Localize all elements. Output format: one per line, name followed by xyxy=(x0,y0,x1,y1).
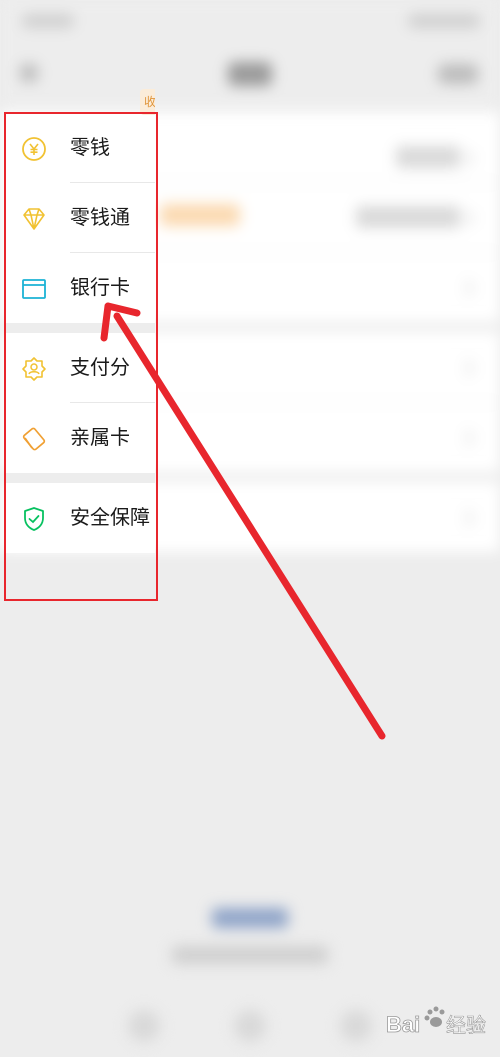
watermark-logo-icon: Bai 经验 xyxy=(386,1006,486,1037)
svg-text:Bai: Bai xyxy=(386,1012,420,1037)
baidu-jingyan-watermark: Bai 经验 xyxy=(386,1000,496,1050)
annotation-arrow xyxy=(100,302,386,740)
svg-text:经验: 经验 xyxy=(446,1013,486,1037)
